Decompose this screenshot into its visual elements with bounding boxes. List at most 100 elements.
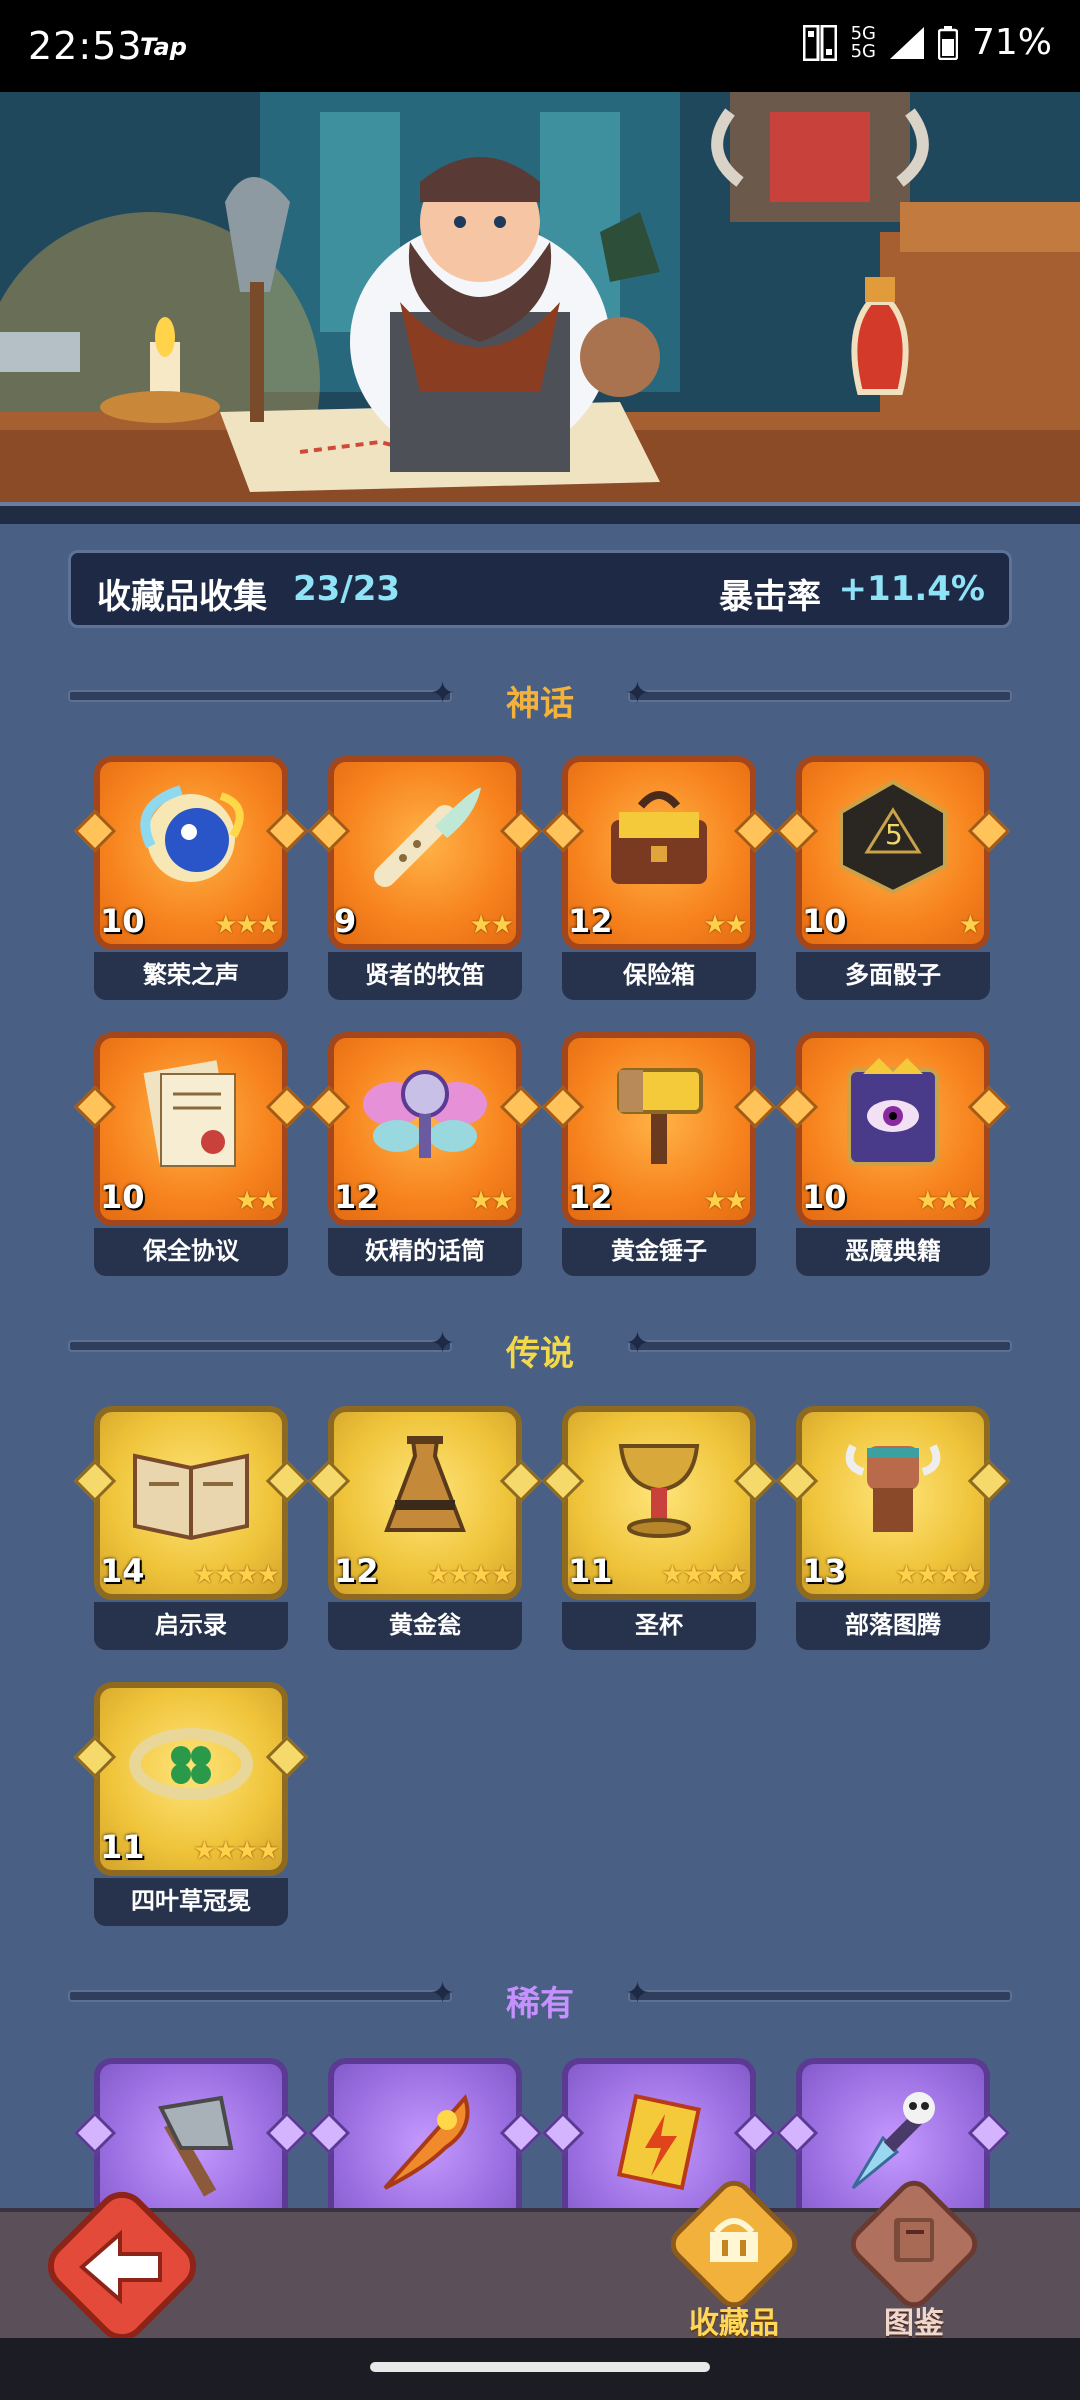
- banner-divider: [0, 502, 1080, 524]
- collectible-card[interactable]: 11 ★★★★ 圣杯: [541, 1406, 777, 1654]
- collectible-card[interactable]: 9 ★★ 贤者的牧笛: [307, 756, 543, 1004]
- tab-collection[interactable]: 收藏品: [663, 2173, 805, 2344]
- collectible-card[interactable]: 10 ★★★ 恶魔典籍: [775, 1032, 1011, 1280]
- clover-crown-icon: [129, 1728, 253, 1800]
- item-stars: ★★★: [916, 1186, 982, 1216]
- item-stars: ★★★★: [894, 1560, 982, 1590]
- item-level: 11: [100, 1828, 145, 1866]
- signal-icon: [889, 26, 924, 59]
- stone-axe-icon: [158, 2095, 234, 2197]
- codex-book-icon: [894, 2218, 934, 2262]
- item-level: 12: [568, 902, 613, 940]
- nfc-icon: [802, 24, 837, 61]
- item-level: 14: [100, 1552, 145, 1590]
- back-arrow-icon: [78, 2229, 162, 2305]
- collectible-card[interactable]: 5 10 ★ 多面骰子: [775, 756, 1011, 1004]
- section-header-legend: ✦ ✦ 传说: [68, 1320, 1012, 1374]
- status-app-label: Tap: [140, 33, 187, 61]
- item-name: 部落图腾: [796, 1602, 990, 1650]
- collectible-card[interactable]: 12 ★★ 保险箱: [541, 756, 777, 1004]
- item-name: 黄金瓮: [328, 1602, 522, 1650]
- collection-summary: 收藏品收集 23/23 暴击率 +11.4%: [68, 550, 1012, 628]
- shopkeeper-banner: [0, 92, 1080, 502]
- collectible-card[interactable]: 10 ★★★ 繁荣之声: [73, 756, 309, 1004]
- collectible-card[interactable]: 14 ★★★★ 启示录: [73, 1406, 309, 1654]
- summary-count: 23/23: [293, 569, 401, 609]
- item-name: 繁荣之声: [94, 952, 288, 1000]
- collectible-card[interactable]: 12 ★★ 妖精的话筒: [307, 1032, 543, 1280]
- item-name: 保全协议: [94, 1228, 288, 1276]
- item-level: 12: [568, 1178, 613, 1216]
- item-level: 10: [100, 1178, 145, 1216]
- item-name: 圣杯: [562, 1602, 756, 1650]
- item-name: 保险箱: [562, 952, 756, 1000]
- item-stars: ★★★★: [660, 1560, 748, 1590]
- tab-codex-label: 图鉴: [884, 2306, 944, 2341]
- item-stars: ★★★★: [192, 1836, 280, 1866]
- battery-icon: [937, 25, 958, 60]
- section-title-legend: 传说: [506, 1334, 574, 1374]
- item-name: 妖精的话筒: [328, 1228, 522, 1276]
- item-stars: ★★★★: [426, 1560, 514, 1590]
- skull-dagger-icon: [851, 2092, 935, 2190]
- collectible-card[interactable]: [307, 2058, 543, 2252]
- battery-level: 71%: [971, 22, 1052, 63]
- golden-hammer-icon: [617, 1068, 703, 1164]
- item-name: 贤者的牧笛: [328, 952, 522, 1000]
- item-level: 12: [334, 1178, 379, 1216]
- prosperity-orb-icon: [140, 785, 244, 882]
- fairy-microphone-icon: [363, 1070, 487, 1158]
- crit-rate-value: +11.4%: [838, 569, 985, 609]
- collectible-card[interactable]: 13 ★★★★ 部落图腾: [775, 1406, 1011, 1654]
- collectible-card[interactable]: 10 ★★ 保全协议: [73, 1032, 309, 1280]
- golden-urn-icon: [384, 1436, 466, 1532]
- collection-icon: [710, 2218, 758, 2262]
- item-name: 启示录: [94, 1602, 288, 1650]
- collectible-card[interactable]: 12 ★★ 黄金锤子: [541, 1032, 777, 1280]
- item-level: 11: [568, 1552, 613, 1590]
- collectible-card[interactable]: [73, 2058, 309, 2252]
- item-stars: ★★: [469, 1186, 514, 1216]
- item-level: 12: [334, 1552, 379, 1590]
- section-title-mythic: 神话: [506, 684, 574, 724]
- item-level: 10: [802, 1178, 847, 1216]
- contract-scroll-icon: [143, 1060, 236, 1167]
- collectible-card[interactable]: [775, 2058, 1011, 2252]
- home-indicator[interactable]: [370, 2362, 710, 2372]
- item-stars: ★★★★: [192, 1560, 280, 1590]
- summary-label: 收藏品收集: [97, 577, 267, 617]
- tab-codex[interactable]: 图鉴: [843, 2173, 985, 2344]
- item-level: 9: [334, 902, 357, 940]
- status-bar: 22:53 Tap 5G 5G 71%: [0, 0, 1080, 92]
- item-name: 恶魔典籍: [796, 1228, 990, 1276]
- collectible-card[interactable]: 12 ★★★★ 黄金瓮: [307, 1406, 543, 1654]
- item-level: 10: [100, 902, 145, 940]
- network-type: 5G 5G: [850, 22, 876, 62]
- sage-flute-icon: [374, 787, 481, 887]
- status-time: 22:53: [28, 24, 143, 68]
- item-stars: ★: [958, 910, 982, 940]
- collectible-card[interactable]: 11 ★★★★ 四叶草冠冕: [73, 1682, 309, 1930]
- item-name: 多面骰子: [796, 952, 990, 1000]
- item-stars: ★★★: [214, 910, 280, 940]
- item-level: 13: [802, 1552, 847, 1590]
- tribal-totem-icon: [845, 1444, 941, 1532]
- item-stars: ★★: [469, 910, 514, 940]
- safe-chest-icon: [611, 791, 707, 884]
- item-level: 10: [802, 902, 847, 940]
- d20-dice-icon: 5: [839, 779, 947, 895]
- section-header-rare: ✦ ✦ 稀有: [68, 1970, 1012, 2024]
- section-title-rare: 稀有: [506, 1984, 574, 2024]
- holy-grail-icon: [618, 1444, 700, 1538]
- demon-tome-icon: [847, 1058, 939, 1166]
- item-stars: ★★: [703, 1186, 748, 1216]
- section-header-mythic: ✦ ✦ 神话: [68, 670, 1012, 724]
- item-stars: ★★: [703, 910, 748, 940]
- item-stars: ★★: [235, 1186, 280, 1216]
- item-name: 四叶草冠冕: [94, 1878, 288, 1926]
- dwarf-shopkeeper-illustration: [0, 92, 1080, 502]
- status-right: 5G 5G 71%: [802, 22, 1052, 63]
- thunder-scroll-icon: [617, 2093, 701, 2191]
- svg-text:5: 5: [885, 818, 903, 851]
- tab-collection-label: 收藏品: [689, 2306, 779, 2341]
